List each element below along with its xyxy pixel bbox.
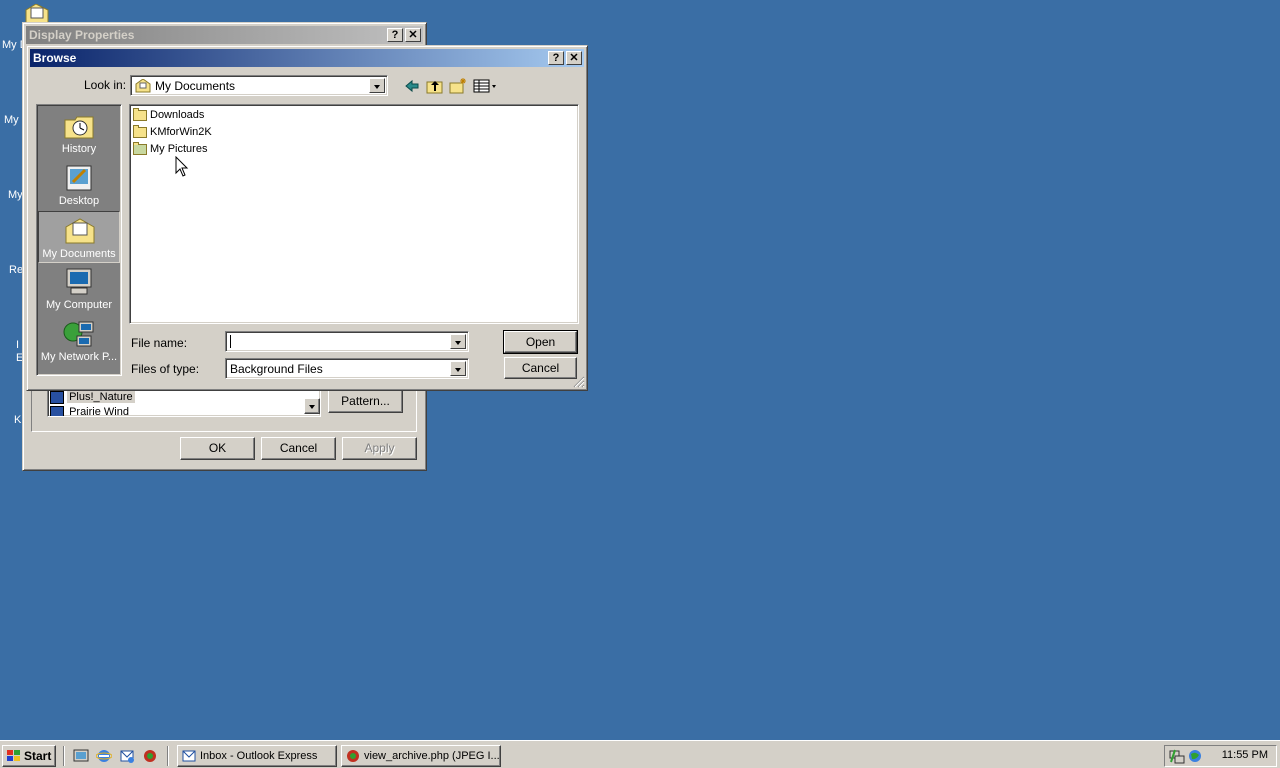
file-name-label: File name:	[131, 336, 188, 350]
place-label: History	[61, 143, 97, 155]
browse-title: Browse	[33, 51, 77, 65]
wallpaper-scroll-down[interactable]	[304, 398, 320, 414]
my-documents-icon	[135, 78, 151, 96]
look-in-label: Look in:	[84, 78, 127, 92]
new-folder-icon	[449, 78, 466, 94]
my-network-places-icon	[63, 321, 94, 347]
resize-grip-icon	[573, 376, 585, 388]
place-my-computer[interactable]: My Computer	[38, 263, 120, 315]
desktop-label-2: My	[8, 189, 23, 201]
windows-logo-icon	[7, 750, 20, 761]
cancel-button[interactable]: Cancel	[504, 357, 577, 379]
start-label: Start	[24, 749, 52, 763]
place-label: My Network P...	[40, 351, 118, 363]
display-properties-title: Display Properties	[29, 28, 135, 42]
pictures-folder-icon	[133, 141, 147, 155]
wallpaper-item-selected[interactable]: Plus!_Nature	[50, 391, 135, 404]
desktop-label-3: Re	[9, 264, 24, 276]
taskbar: Start Inbox - Outlook Express view_archi…	[0, 740, 1280, 768]
outlook-express-icon[interactable]	[119, 748, 135, 764]
resize-grip[interactable]	[573, 376, 585, 388]
view-details-icon	[473, 79, 496, 93]
place-my-documents[interactable]: My Documents	[38, 211, 120, 263]
clock[interactable]: 11:55 PM	[1222, 749, 1268, 761]
folder-icon	[133, 107, 147, 121]
help-button[interactable]: ?	[387, 28, 403, 42]
pattern-button[interactable]: Pattern...	[328, 390, 403, 413]
file-list[interactable]: Downloads KMforWin2K My Pictures	[129, 104, 579, 324]
outlook-express-icon	[182, 750, 196, 762]
place-label: My Documents	[42, 248, 116, 260]
file-item-kmforwin2k[interactable]: KMforWin2K	[133, 124, 212, 140]
network-tray-icon[interactable]	[1169, 748, 1185, 764]
back-arrow-icon	[405, 79, 419, 93]
mouse-pointer-icon	[175, 155, 189, 178]
file-item-label: KMforWin2K	[150, 126, 212, 138]
desktop-icon	[66, 165, 92, 191]
history-icon	[64, 116, 94, 139]
chevron-down-icon[interactable]	[450, 334, 466, 349]
folder-icon	[133, 124, 147, 138]
taskbar-separator	[167, 746, 169, 766]
files-of-type-value: Background Files	[230, 362, 323, 376]
file-name-input[interactable]	[225, 331, 469, 352]
desktop-label-1: My	[4, 114, 19, 126]
wallpaper-item[interactable]: Prairie Wind	[50, 406, 131, 417]
browser-icon	[347, 750, 359, 762]
bitmap-icon	[50, 391, 64, 404]
place-label: My Computer	[45, 299, 113, 311]
look-in-value: My Documents	[155, 79, 236, 93]
new-folder-button[interactable]	[449, 77, 467, 95]
my-documents-icon	[65, 218, 95, 244]
file-item-label: My Pictures	[150, 143, 208, 155]
task-label: view_archive.php (JPEG I...	[364, 750, 500, 762]
file-item-my-pictures[interactable]: My Pictures	[133, 141, 207, 157]
up-folder-icon	[426, 81, 443, 94]
wallpaper-list[interactable]: Plus!_Nature Prairie Wind	[47, 389, 321, 417]
display-properties-titlebar: Display Properties ? ✕	[26, 26, 423, 44]
file-item-label: Downloads	[150, 109, 205, 121]
text-caret	[230, 335, 231, 348]
browse-titlebar: Browse ? ✕	[30, 49, 584, 67]
start-button[interactable]: Start	[2, 745, 56, 767]
chevron-down-icon[interactable]	[369, 78, 385, 93]
apply-button[interactable]: Apply	[342, 437, 417, 460]
wallpaper-item-label: Prairie Wind	[69, 406, 129, 417]
browser-icon[interactable]	[142, 748, 158, 764]
cancel-button[interactable]: Cancel	[261, 437, 336, 460]
show-desktop-icon[interactable]	[73, 748, 89, 764]
places-bar: History Desktop My Documents My Computer…	[36, 104, 122, 376]
system-tray: 11:55 PM	[1164, 745, 1277, 767]
taskbar-task-browser[interactable]: view_archive.php (JPEG I...	[341, 745, 501, 767]
desktop-label-4: I	[16, 339, 20, 351]
file-item-downloads[interactable]: Downloads	[133, 107, 204, 123]
wallpaper-item-label: Plus!_Nature	[67, 391, 135, 404]
desktop-label-6: K	[14, 414, 22, 426]
up-folder-button[interactable]	[426, 77, 444, 95]
close-button[interactable]: ✕	[405, 28, 421, 42]
globe-tray-icon[interactable]	[1187, 748, 1203, 764]
help-button[interactable]: ?	[548, 51, 564, 65]
taskbar-task-outlook[interactable]: Inbox - Outlook Express	[177, 745, 337, 767]
bitmap-icon	[50, 406, 64, 416]
look-in-combo[interactable]: My Documents	[130, 75, 388, 96]
place-label: Desktop	[58, 195, 100, 207]
place-my-network[interactable]: My Network P...	[38, 315, 120, 367]
files-of-type-label: Files of type:	[131, 362, 200, 376]
internet-explorer-icon[interactable]	[96, 748, 112, 764]
back-button[interactable]	[403, 77, 421, 95]
my-computer-icon	[66, 268, 92, 295]
ok-button[interactable]: OK	[180, 437, 255, 460]
taskbar-separator	[63, 746, 65, 766]
chevron-down-icon[interactable]	[450, 361, 466, 376]
close-button[interactable]: ✕	[566, 51, 582, 65]
place-history[interactable]: History	[38, 107, 120, 159]
place-desktop[interactable]: Desktop	[38, 159, 120, 211]
open-button[interactable]: Open	[503, 330, 578, 354]
view-menu-button[interactable]	[473, 77, 499, 95]
task-label: Inbox - Outlook Express	[200, 750, 318, 762]
chevron-down-icon	[309, 405, 315, 409]
files-of-type-select[interactable]: Background Files	[225, 358, 469, 379]
browse-dialog: Browse ? ✕ Look in: My Documents History…	[26, 45, 588, 391]
